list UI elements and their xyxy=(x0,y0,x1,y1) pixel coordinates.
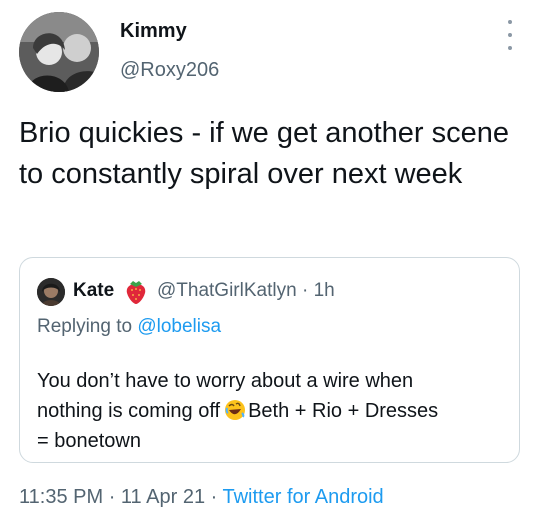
tweet-date[interactable]: 11 Apr 21 xyxy=(121,486,205,508)
quoted-time: 1h xyxy=(313,280,335,301)
reply-context: Replying to @lobelisa xyxy=(37,316,221,338)
tweet-time[interactable]: 11:35 PM xyxy=(19,486,103,508)
reply-prefix: Replying to xyxy=(37,316,133,337)
quoted-author-avatar[interactable] xyxy=(37,278,65,306)
tweet-metadata: 11:35 PM · 11 Apr 21 · Twitter for Andro… xyxy=(19,486,384,509)
author-photo xyxy=(19,12,99,92)
tweet-source-link[interactable]: Twitter for Android xyxy=(223,486,384,508)
more-dot xyxy=(508,33,512,37)
rolling-on-floor-laughing-icon xyxy=(225,400,246,420)
quoted-text-line: nothing is coming off Beth + Rio + Dresse… xyxy=(37,396,507,426)
more-dot xyxy=(508,20,512,24)
author-avatar[interactable] xyxy=(19,12,99,92)
quoted-tweet-text: You don’t have to worry about a wire whe… xyxy=(37,366,507,456)
separator-dot: · xyxy=(301,280,309,301)
separator-dot: · xyxy=(108,486,116,508)
separator-dot: · xyxy=(210,486,218,508)
quoted-text-fragment: nothing is coming off xyxy=(37,400,221,422)
quoted-text-line: You don’t have to worry about a wire whe… xyxy=(37,370,414,392)
more-dot xyxy=(508,46,512,50)
quoted-tweet-card[interactable]: Kate @ThatGirlKatlyn · 1h Replying to @l… xyxy=(19,257,520,463)
strawberry-icon xyxy=(126,281,146,304)
author-handle[interactable]: @Roxy206 xyxy=(120,59,219,82)
author-display-name[interactable]: Kimmy xyxy=(120,20,187,43)
quoted-text-line: = bonetown xyxy=(37,430,141,452)
quoted-text-fragment: Beth + Rio + Dresses xyxy=(248,400,439,422)
more-options-icon[interactable] xyxy=(504,20,516,50)
tweet-text: Brio quickies - if we get another scene … xyxy=(19,117,510,190)
quoted-author-photo xyxy=(37,278,65,306)
quoted-handle[interactable]: @ThatGirlKatlyn xyxy=(157,280,297,301)
reply-mention-link[interactable]: @lobelisa xyxy=(137,316,221,337)
quoted-display-name[interactable]: Kate xyxy=(73,280,114,302)
quoted-handle-line: @ThatGirlKatlyn · 1h xyxy=(157,280,335,302)
